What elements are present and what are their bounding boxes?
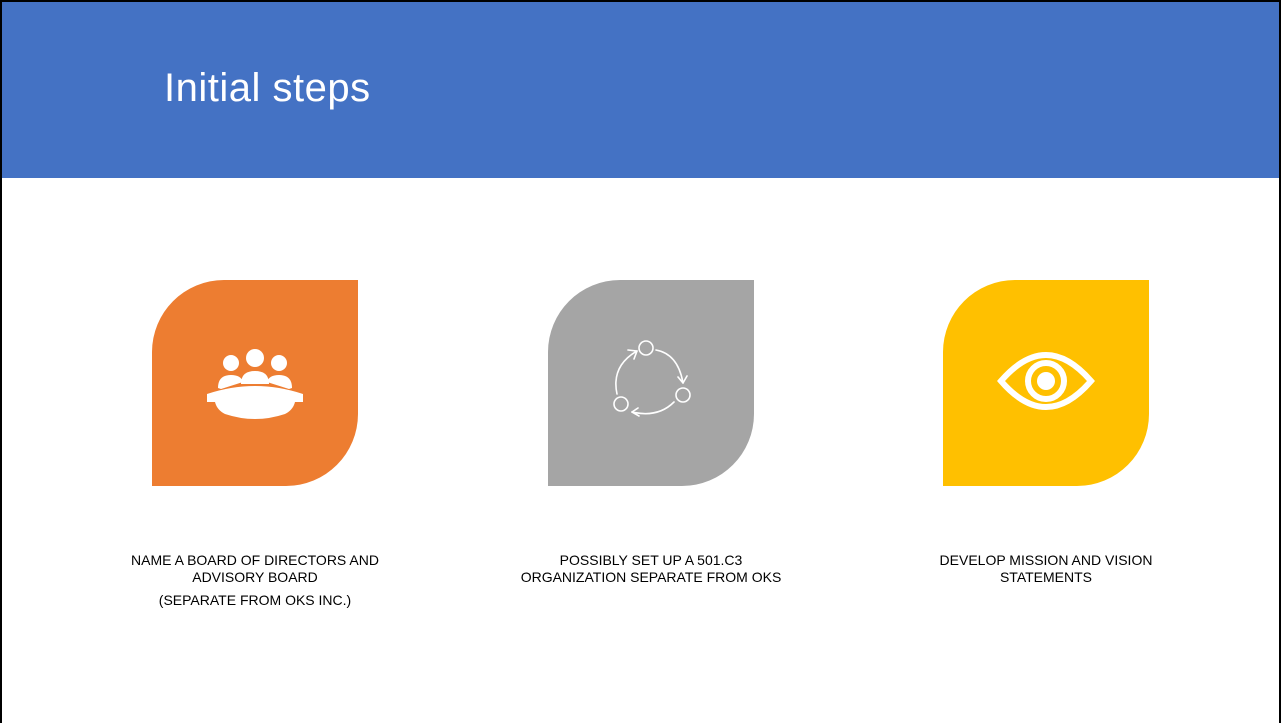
step-caption-text: DEVELOP MISSION AND VISION STATEMENTS xyxy=(939,552,1153,585)
step-caption-board: NAME A BOARD OF DIRECTORS AND ADVISORY B… xyxy=(90,552,420,609)
step-subcaption-text: (SEPARATE FROM OKS INC.) xyxy=(158,592,352,608)
eye-icon xyxy=(997,352,1095,410)
slide-title: Initial steps xyxy=(164,66,371,110)
step-caption-organization: POSSIBLY SET UP A 501.C3 ORGANIZATION SE… xyxy=(486,552,816,586)
step-caption-text: NAME A BOARD OF DIRECTORS AND ADVISORY B… xyxy=(131,552,379,585)
slide: Initial steps NAME A BOARD OF DIRECTORS … xyxy=(0,0,1281,723)
cycle-arrows-icon xyxy=(613,340,691,417)
step-card-organization xyxy=(548,280,754,486)
slide-header: Initial steps xyxy=(2,2,1279,178)
step-caption-mission: DEVELOP MISSION AND VISION STATEMENTS xyxy=(881,552,1211,586)
step-card-mission xyxy=(943,280,1149,486)
meeting-board-icon xyxy=(207,349,303,419)
step-card-board xyxy=(152,280,358,486)
step-caption-text: POSSIBLY SET UP A 501.C3 ORGANIZATION SE… xyxy=(520,552,782,585)
